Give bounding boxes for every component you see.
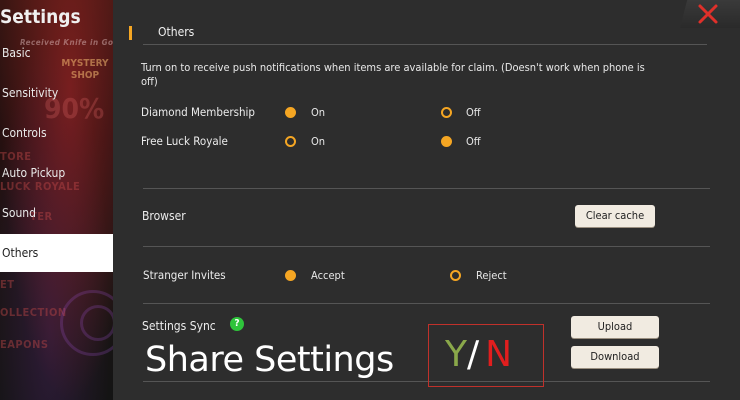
stranger-invites-accept-radio[interactable] (285, 270, 296, 281)
stranger-invites-label: Stranger Invites (143, 268, 226, 282)
no-letter: N (485, 334, 513, 375)
divider (143, 303, 710, 304)
sidebar-item-sensitivity[interactable]: Sensitivity (0, 74, 113, 112)
download-button[interactable]: Download (571, 346, 659, 368)
slash: / (467, 334, 480, 375)
sidebar-item-others[interactable]: Others (0, 234, 113, 272)
stranger-invites-accept-label[interactable]: Accept (311, 269, 345, 282)
yes-no-annotation-box: Y/N (428, 324, 544, 387)
sidebar-item-controls[interactable]: Controls (0, 114, 113, 152)
diamond-membership-on-radio[interactable] (285, 107, 296, 118)
yes-no-annotation: Y/N (445, 333, 512, 377)
section-divider (143, 44, 707, 45)
backdrop-label: EAPONS (0, 338, 49, 351)
browser-label: Browser (142, 209, 186, 223)
sidebar-item-basic[interactable]: Basic (0, 34, 113, 72)
stranger-invites-reject-label[interactable]: Reject (476, 269, 507, 282)
sidebar-item-sound[interactable]: Sound (0, 194, 113, 232)
yes-letter: Y (445, 334, 467, 375)
section-accent-bar (129, 26, 132, 40)
divider (143, 246, 710, 247)
free-luck-royale-label: Free Luck Royale (141, 134, 228, 148)
close-icon (698, 4, 718, 24)
free-luck-royale-on-label[interactable]: On (311, 135, 325, 148)
share-settings-caption: Share Settings (145, 340, 394, 380)
diamond-membership-off-label[interactable]: Off (466, 106, 481, 119)
sidebar-item-auto-pickup[interactable]: Auto Pickup (0, 154, 113, 192)
free-luck-royale-on-radio[interactable] (285, 136, 296, 147)
backdrop-label: ET (0, 278, 15, 291)
diamond-membership-on-label[interactable]: On (311, 106, 325, 119)
clear-cache-button[interactable]: Clear cache (575, 205, 655, 227)
settings-sync-label: Settings Sync (142, 319, 216, 333)
diamond-membership-off-radio[interactable] (441, 107, 452, 118)
diamond-membership-label: Diamond Membership (141, 105, 255, 119)
divider (143, 188, 710, 189)
backdrop-ring (80, 305, 116, 341)
free-luck-royale-off-label[interactable]: Off (466, 135, 481, 148)
section-title: Others (158, 25, 195, 39)
free-luck-royale-off-radio[interactable] (441, 136, 452, 147)
close-button[interactable] (680, 0, 740, 28)
stranger-invites-reject-radio[interactable] (450, 270, 461, 281)
notification-note: Turn on to receive push notifications wh… (141, 61, 645, 88)
help-icon[interactable]: ? (230, 317, 244, 331)
backdrop-label: OLLECTION (0, 306, 67, 319)
upload-button[interactable]: Upload (571, 316, 659, 338)
settings-title: Settings (0, 6, 81, 28)
